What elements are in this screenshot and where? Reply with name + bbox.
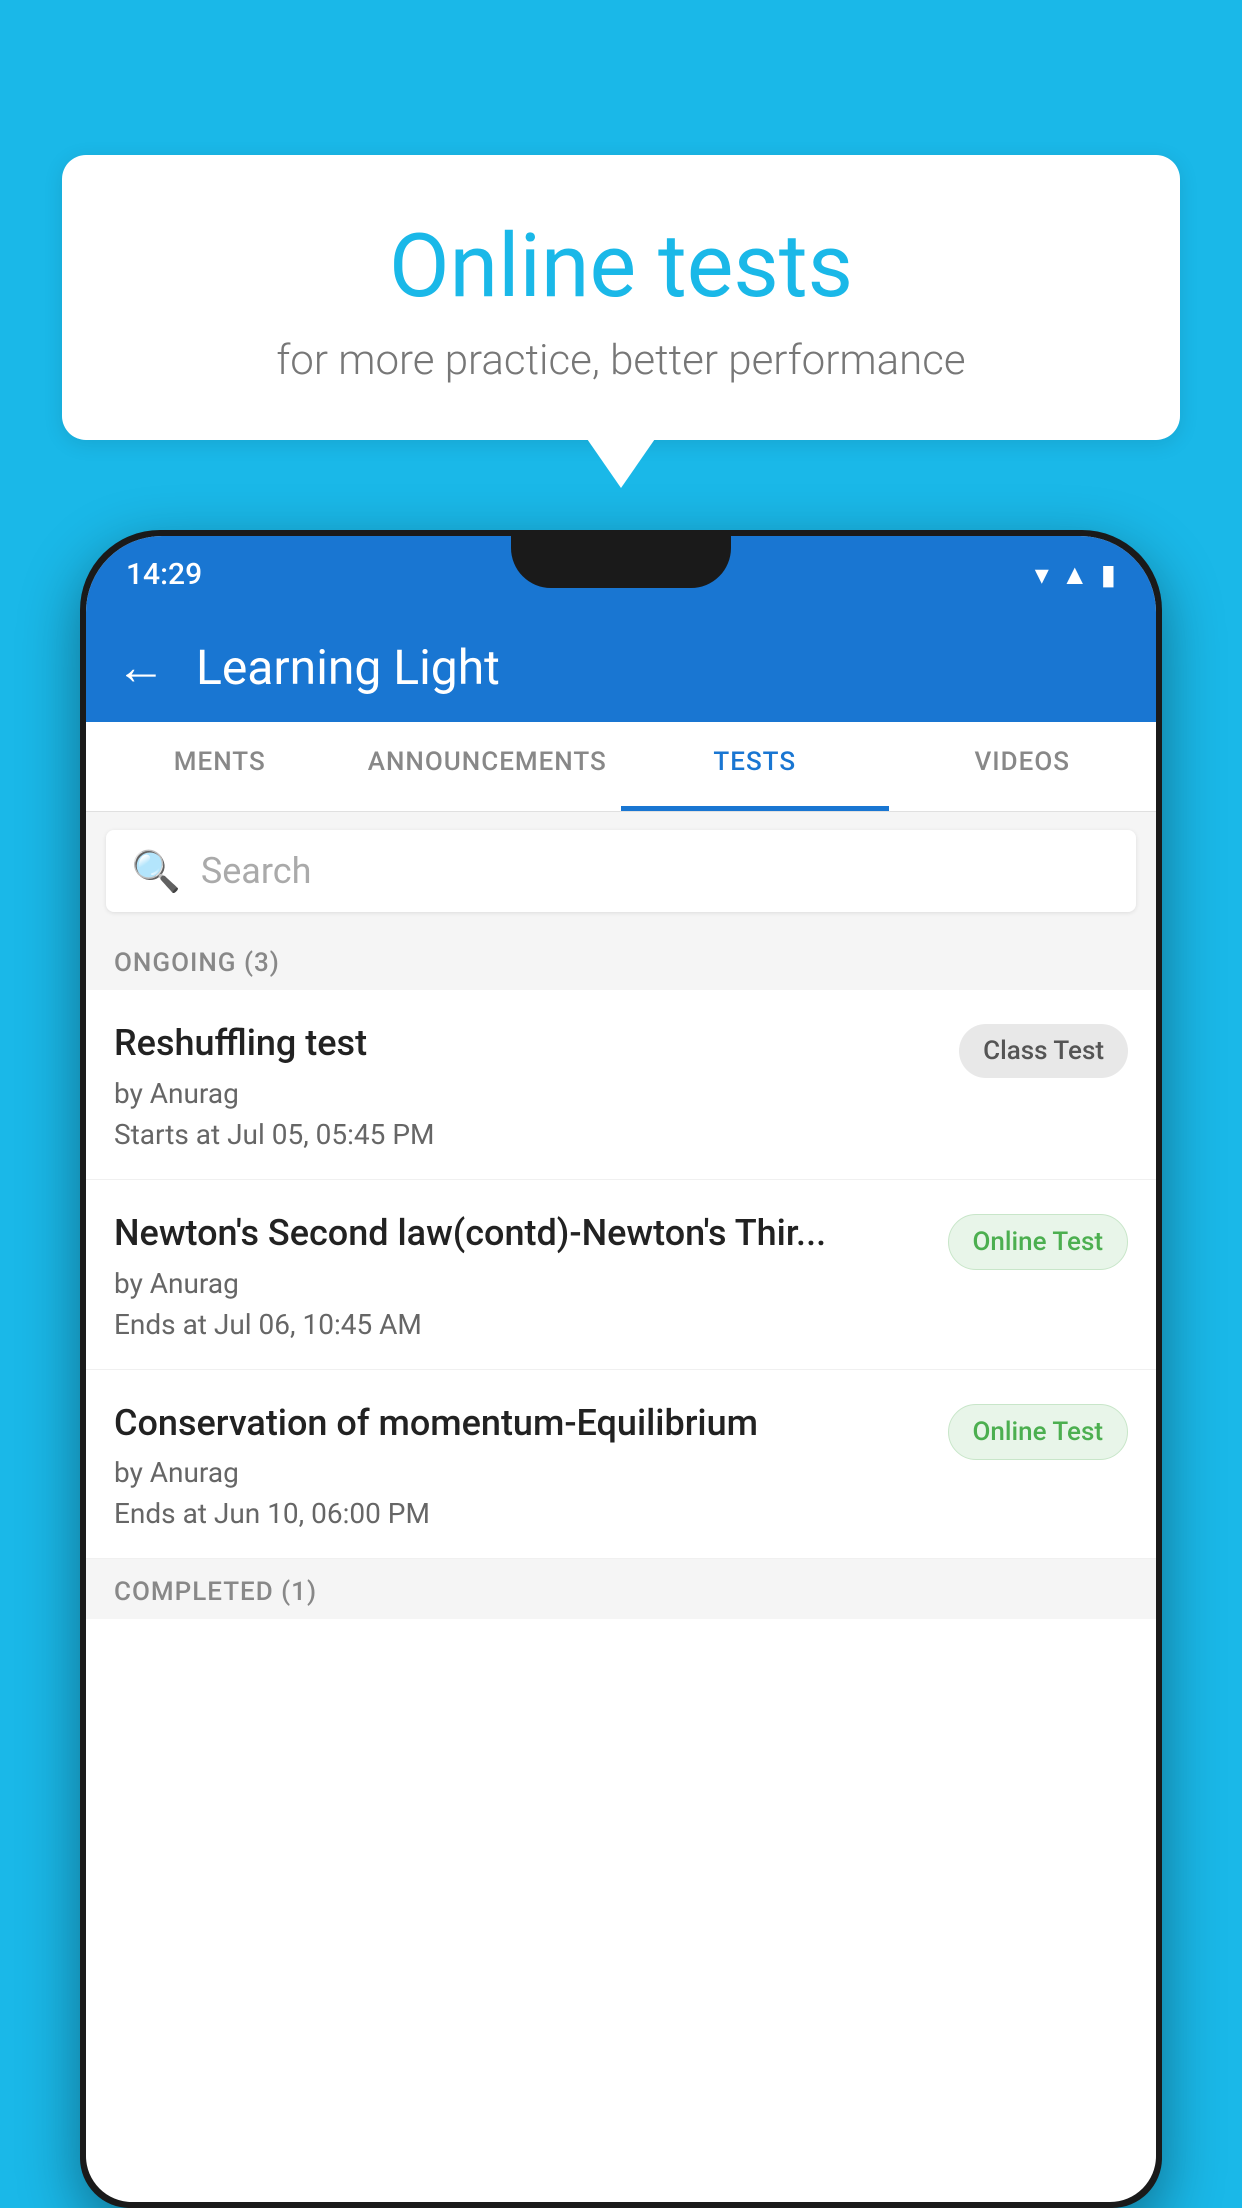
ongoing-section-title: ONGOING (3) [114, 948, 280, 978]
ongoing-section-header: ONGOING (3) [86, 930, 1156, 990]
list-item[interactable]: Newton's Second law(contd)-Newton's Thir… [86, 1180, 1156, 1370]
bubble-subtitle: for more practice, better performance [112, 336, 1130, 385]
tabs-bar: MENTS ANNOUNCEMENTS TESTS VIDEOS [86, 722, 1156, 812]
test-name: Newton's Second law(contd)-Newton's Thir… [114, 1210, 928, 1257]
test-list: Reshuffling test by Anurag Starts at Jul… [86, 990, 1156, 1559]
search-input[interactable]: Search [201, 850, 312, 892]
search-bar[interactable]: 🔍 Search [106, 830, 1136, 912]
speech-bubble: Online tests for more practice, better p… [62, 155, 1180, 440]
badge-online-test: Online Test [948, 1214, 1129, 1270]
battery-icon: ▮ [1101, 558, 1116, 591]
wifi-icon: ▾ [1035, 558, 1049, 591]
completed-section-title: COMPLETED (1) [114, 1577, 317, 1607]
test-info: Reshuffling test by Anurag Starts at Jul… [114, 1020, 959, 1151]
list-item[interactable]: Conservation of momentum-Equilibrium by … [86, 1370, 1156, 1560]
test-author: by Anurag [114, 1267, 928, 1300]
phone-inner: 14:29 ▾ ▲ ▮ ← Learning Light MENTS ANNOU… [86, 536, 1156, 2202]
tab-announcements[interactable]: ANNOUNCEMENTS [354, 722, 622, 811]
list-item[interactable]: Reshuffling test by Anurag Starts at Jul… [86, 990, 1156, 1180]
test-time: Starts at Jul 05, 05:45 PM [114, 1118, 939, 1151]
phone-notch [511, 536, 731, 588]
badge-online-test: Online Test [948, 1404, 1129, 1460]
test-info: Conservation of momentum-Equilibrium by … [114, 1400, 948, 1531]
back-button[interactable]: ← [116, 638, 166, 697]
app-title: Learning Light [196, 639, 500, 696]
search-icon: 🔍 [131, 848, 181, 895]
tab-tests[interactable]: TESTS [621, 722, 889, 811]
test-info: Newton's Second law(contd)-Newton's Thir… [114, 1210, 948, 1341]
test-author: by Anurag [114, 1456, 928, 1489]
test-time: Ends at Jul 06, 10:45 AM [114, 1308, 928, 1341]
speech-bubble-wrapper: Online tests for more practice, better p… [62, 155, 1180, 440]
search-container: 🔍 Search [86, 812, 1156, 930]
completed-section-header: COMPLETED (1) [86, 1559, 1156, 1619]
tab-ments[interactable]: MENTS [86, 722, 354, 811]
signal-icon: ▲ [1061, 558, 1089, 591]
tab-videos[interactable]: VIDEOS [889, 722, 1157, 811]
bubble-title: Online tests [112, 215, 1130, 318]
test-author: by Anurag [114, 1077, 939, 1110]
status-time: 14:29 [126, 557, 202, 592]
test-time: Ends at Jun 10, 06:00 PM [114, 1497, 928, 1530]
badge-class-test: Class Test [959, 1024, 1128, 1078]
test-name: Reshuffling test [114, 1020, 939, 1067]
app-bar: ← Learning Light [86, 612, 1156, 722]
phone-frame: 14:29 ▾ ▲ ▮ ← Learning Light MENTS ANNOU… [80, 530, 1162, 2208]
status-icons: ▾ ▲ ▮ [1035, 558, 1116, 591]
test-name: Conservation of momentum-Equilibrium [114, 1400, 928, 1447]
